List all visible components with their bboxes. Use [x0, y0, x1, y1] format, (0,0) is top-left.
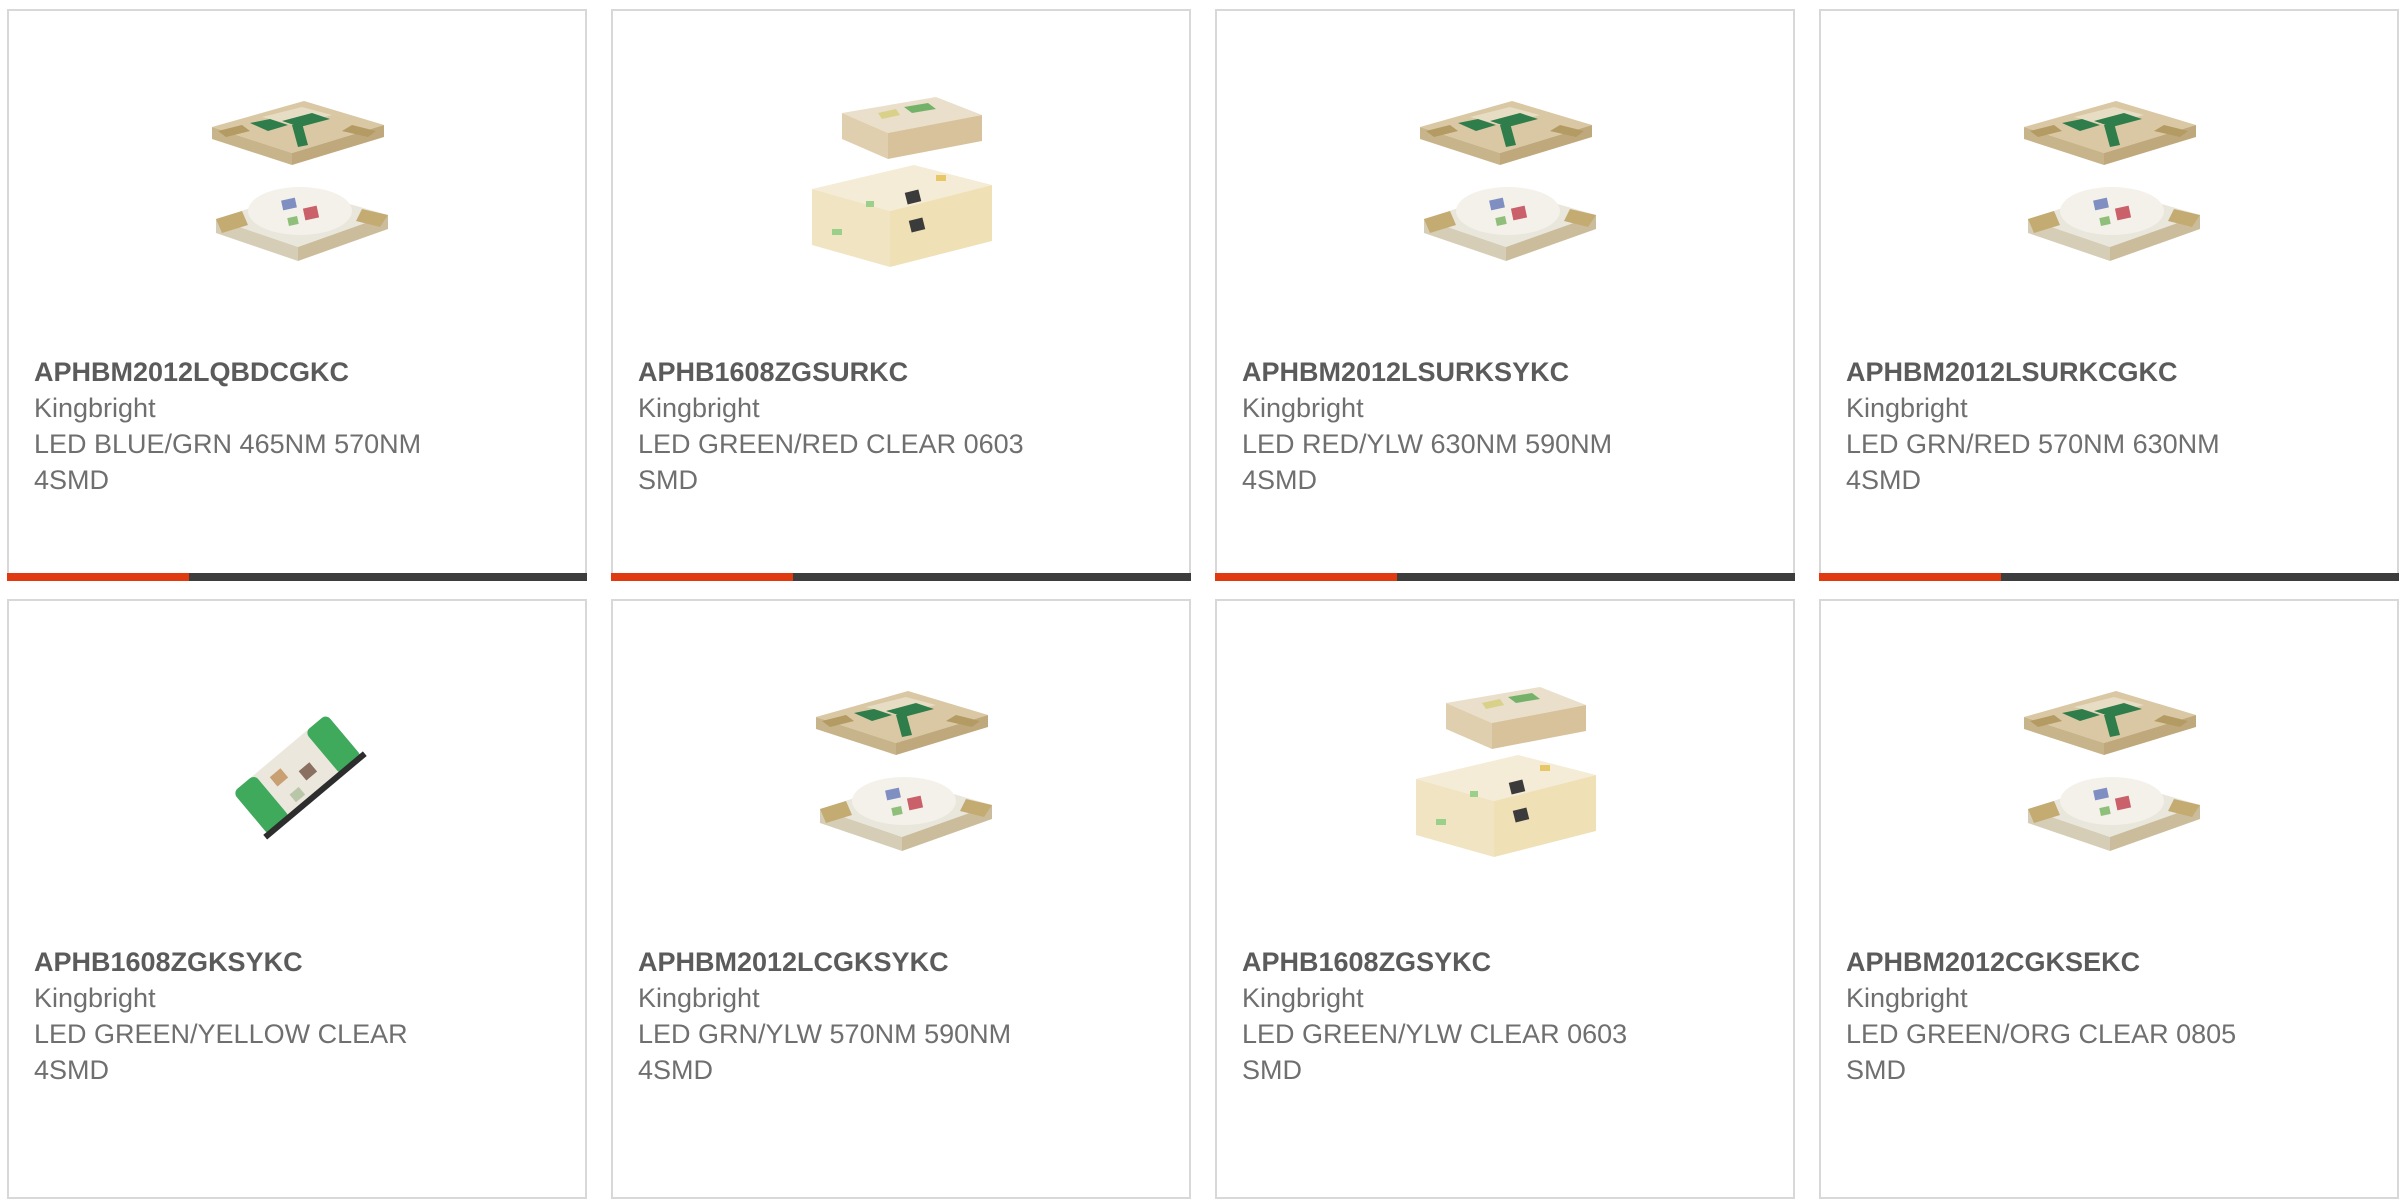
product-card[interactable]: APHB1608ZGSURKC Kingbright LED GREEN/RED…	[611, 9, 1191, 581]
manufacturer: Kingbright	[34, 983, 156, 1013]
card-bottom-bar	[7, 573, 587, 581]
product-description: LED GRN/RED 570NM 630NM 4SMD	[1846, 429, 2220, 495]
led-stack-icon	[2004, 669, 2214, 879]
product-info: APHBM2012LSURKCGKC Kingbright LED GRN/RE…	[1846, 354, 2366, 498]
product-card[interactable]: APHBM2012CGKSEKC Kingbright LED GREEN/OR…	[1819, 599, 2399, 1199]
part-number[interactable]: APHBM2012LCGKSYKC	[638, 944, 1158, 980]
product-card[interactable]: APHB1608ZGSYKC Kingbright LED GREEN/YLW …	[1215, 599, 1795, 1199]
product-image[interactable]	[192, 79, 402, 289]
led-stack-icon	[2004, 79, 2214, 289]
part-number[interactable]: APHBM2012LQBDCGKC	[34, 354, 554, 390]
led-tilted-chip-icon	[192, 669, 402, 879]
product-description: LED RED/YLW 630NM 590NM 4SMD	[1242, 429, 1613, 495]
product-info: APHBM2012LSURKSYKC Kingbright LED RED/YL…	[1242, 354, 1762, 498]
card-bottom-bar	[1215, 573, 1795, 581]
product-description: LED BLUE/GRN 465NM 570NM 4SMD	[34, 429, 422, 495]
product-description: LED GREEN/ORG CLEAR 0805 SMD	[1846, 1019, 2237, 1085]
card-bottom-bar	[611, 573, 1191, 581]
product-image[interactable]	[2004, 669, 2214, 879]
product-description: LED GRN/YLW 570NM 590NM 4SMD	[638, 1019, 1012, 1085]
manufacturer: Kingbright	[638, 983, 760, 1013]
manufacturer: Kingbright	[638, 393, 760, 423]
led-stack-icon	[192, 79, 402, 289]
product-description: LED GREEN/RED CLEAR 0603 SMD	[638, 429, 1024, 495]
product-info: APHBM2012LCGKSYKC Kingbright LED GRN/YLW…	[638, 944, 1158, 1088]
product-info: APHBM2012LQBDCGKC Kingbright LED BLUE/GR…	[34, 354, 554, 498]
product-info: APHB1608ZGSURKC Kingbright LED GREEN/RED…	[638, 354, 1158, 498]
card-accent	[1215, 573, 1397, 581]
part-number[interactable]: APHB1608ZGSYKC	[1242, 944, 1762, 980]
part-number[interactable]: APHBM2012CGKSEKC	[1846, 944, 2366, 980]
manufacturer: Kingbright	[1242, 983, 1364, 1013]
part-number[interactable]: APHBM2012LSURKCGKC	[1846, 354, 2366, 390]
product-image[interactable]	[2004, 79, 2214, 289]
product-card[interactable]: APHBM2012LCGKSYKC Kingbright LED GRN/YLW…	[611, 599, 1191, 1199]
product-image[interactable]	[1400, 79, 1610, 289]
card-accent	[611, 573, 793, 581]
led-block-icon	[1400, 669, 1610, 879]
product-image[interactable]	[796, 669, 1006, 879]
manufacturer: Kingbright	[1846, 983, 1968, 1013]
product-info: APHBM2012CGKSEKC Kingbright LED GREEN/OR…	[1846, 944, 2366, 1088]
product-card[interactable]: APHBM2012LQBDCGKC Kingbright LED BLUE/GR…	[7, 9, 587, 581]
card-bottom-bar	[1819, 573, 2399, 581]
product-image[interactable]	[192, 669, 402, 879]
product-card[interactable]: APHB1608ZGKSYKC Kingbright LED GREEN/YEL…	[7, 599, 587, 1199]
product-info: APHB1608ZGSYKC Kingbright LED GREEN/YLW …	[1242, 944, 1762, 1088]
product-card[interactable]: APHBM2012LSURKCGKC Kingbright LED GRN/RE…	[1819, 9, 2399, 581]
product-description: LED GREEN/YLW CLEAR 0603 SMD	[1242, 1019, 1628, 1085]
part-number[interactable]: APHBM2012LSURKSYKC	[1242, 354, 1762, 390]
card-accent	[7, 573, 189, 581]
part-number[interactable]: APHB1608ZGKSYKC	[34, 944, 554, 980]
product-card[interactable]: APHBM2012LSURKSYKC Kingbright LED RED/YL…	[1215, 9, 1795, 581]
manufacturer: Kingbright	[34, 393, 156, 423]
part-number[interactable]: APHB1608ZGSURKC	[638, 354, 1158, 390]
led-block-icon	[796, 79, 1006, 289]
product-image[interactable]	[796, 79, 1006, 289]
product-description: LED GREEN/YELLOW CLEAR 4SMD	[34, 1019, 408, 1085]
led-stack-icon	[796, 669, 1006, 879]
card-accent	[1819, 573, 2001, 581]
manufacturer: Kingbright	[1242, 393, 1364, 423]
product-info: APHB1608ZGKSYKC Kingbright LED GREEN/YEL…	[34, 944, 554, 1088]
product-image[interactable]	[1400, 669, 1610, 879]
product-grid: APHBM2012LQBDCGKC Kingbright LED BLUE/GR…	[0, 0, 2400, 1199]
led-stack-icon	[1400, 79, 1610, 289]
manufacturer: Kingbright	[1846, 393, 1968, 423]
